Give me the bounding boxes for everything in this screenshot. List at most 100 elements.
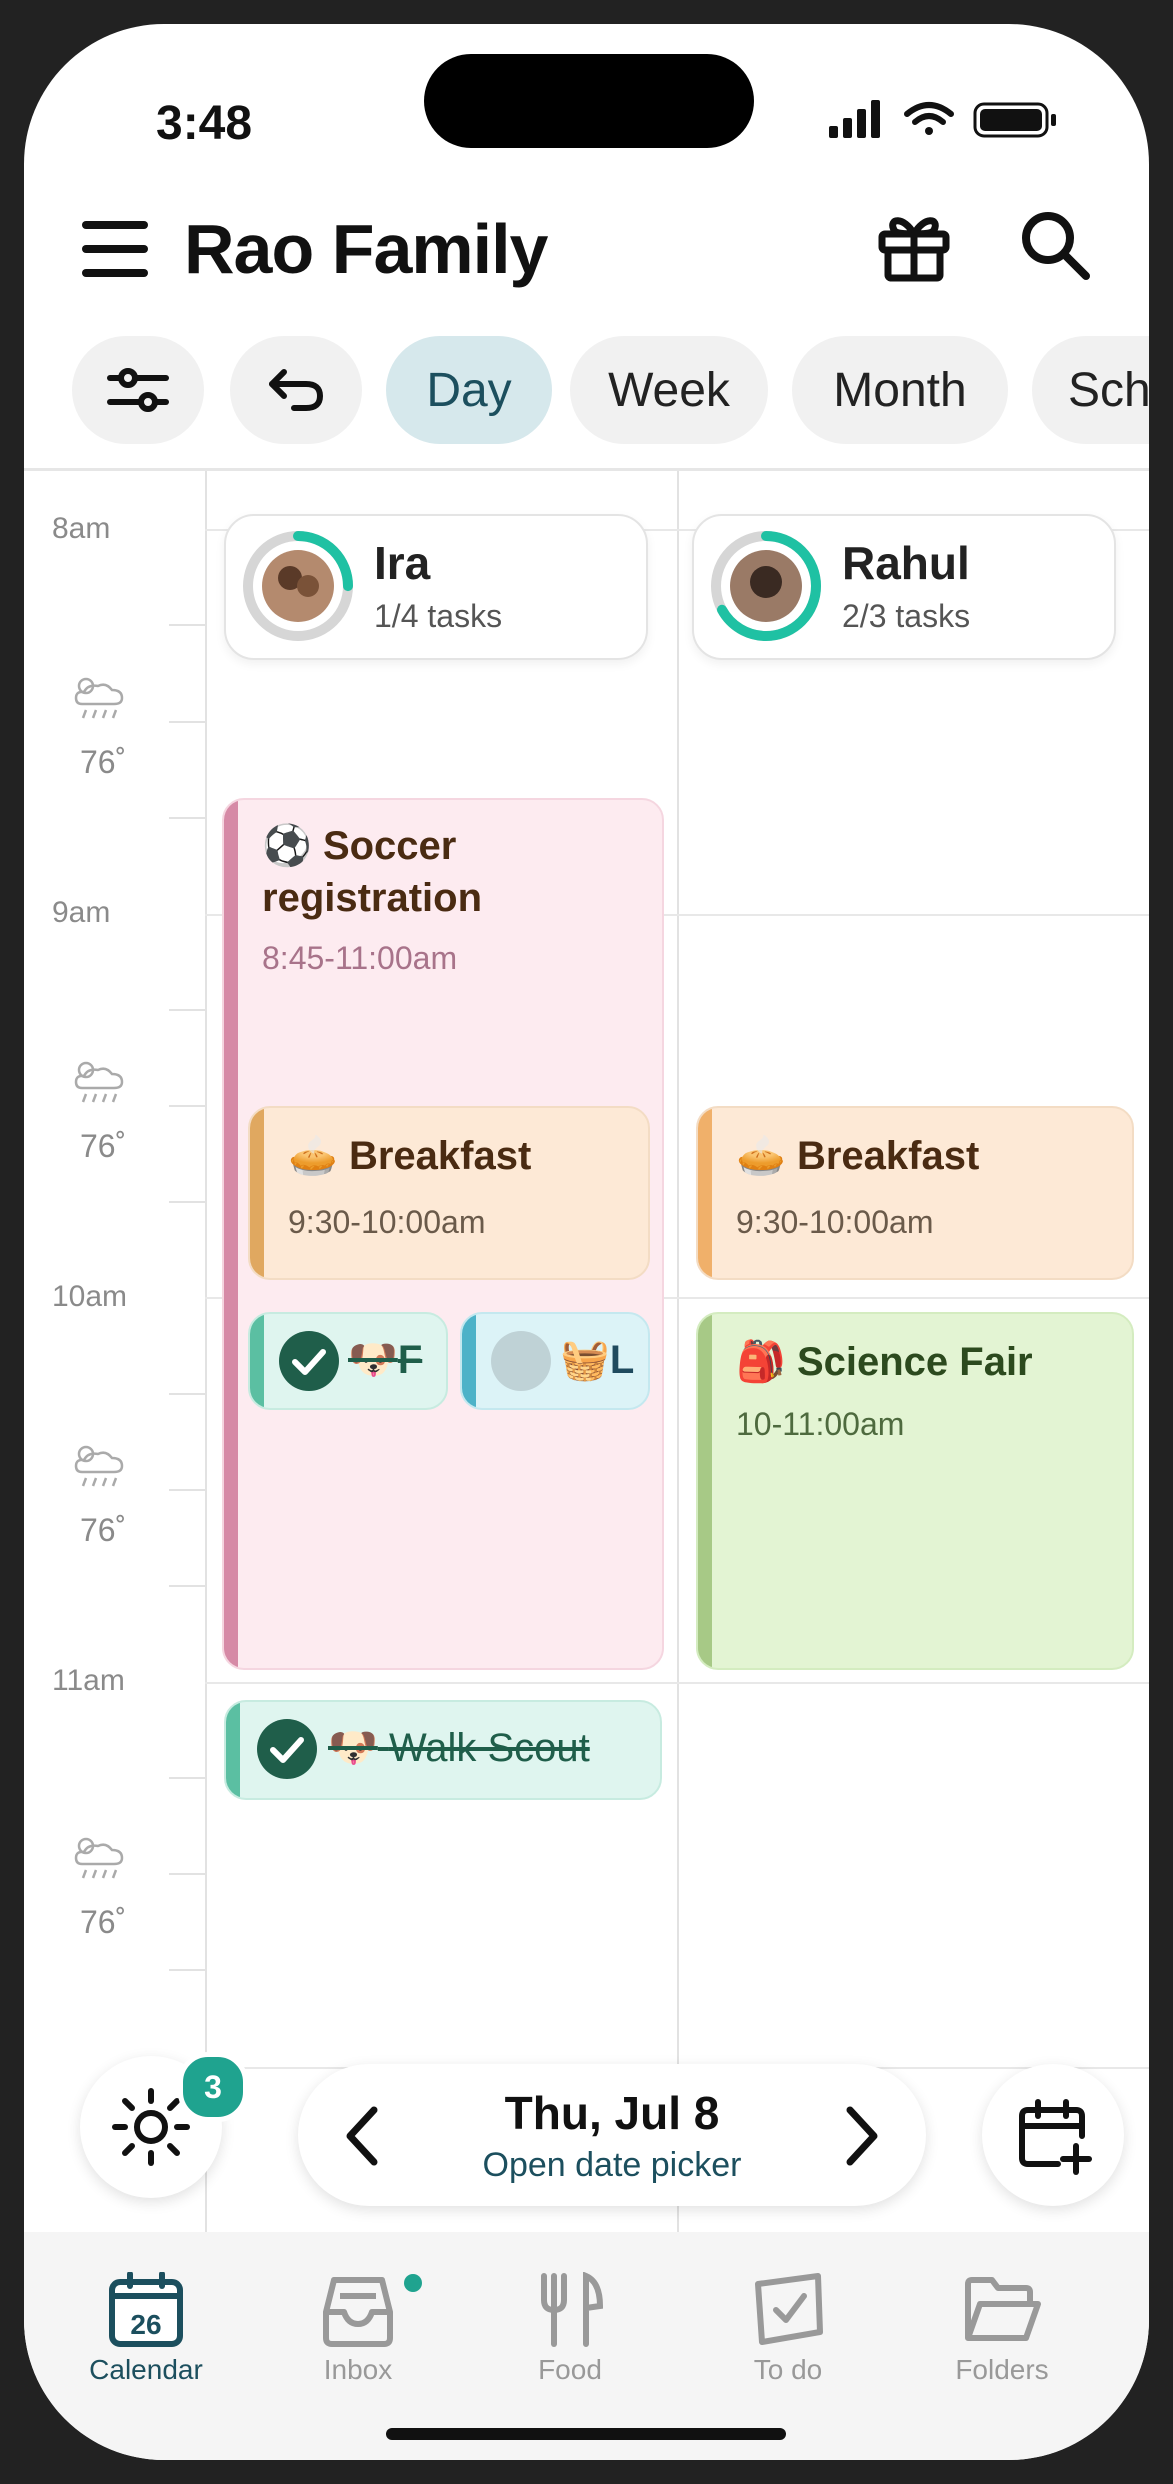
tick — [169, 817, 205, 819]
tab-schedule[interactable]: Sch — [1032, 336, 1149, 444]
event-breakfast-rahul[interactable]: 🥧 Breakfast 9:30-10:00am — [696, 1106, 1134, 1280]
pie-icon: 🥧 — [288, 1133, 338, 1179]
event-time: 8:45-11:00am — [262, 940, 458, 976]
folder-icon — [965, 2277, 1041, 2341]
hour-label: 11am — [52, 1664, 125, 1697]
event-science-fair[interactable]: 🎒 Science Fair 10-11:00am — [696, 1312, 1134, 1670]
task-walk-scout[interactable]: 🐶 Walk Scout — [224, 1700, 662, 1800]
temperature: 76˚ — [80, 1904, 127, 1940]
tick — [169, 1393, 205, 1395]
task-color-bar — [462, 1314, 476, 1408]
event-time: 9:30-10:00am — [288, 1204, 486, 1240]
task-title: L — [609, 1338, 635, 1382]
hour-label: 10am — [52, 1280, 128, 1313]
event-breakfast-ira[interactable]: 🥧 Breakfast 9:30-10:00am — [248, 1106, 650, 1280]
home-indicator — [386, 2428, 786, 2440]
calendar-plus-icon — [1019, 2099, 1092, 2175]
tick — [169, 1873, 205, 1875]
chevron-right-icon[interactable] — [840, 2104, 884, 2168]
task-chip-laundry[interactable]: 🧺L — [460, 1312, 650, 1410]
menu-icon[interactable] — [80, 219, 150, 279]
tick — [169, 1009, 205, 1011]
basket-icon: 🧺 — [560, 1337, 610, 1383]
person-task-count: 1/4 tasks — [374, 598, 503, 634]
dog-icon: 🐶 — [328, 1725, 378, 1771]
return-icon — [269, 369, 323, 411]
check-circle-icon[interactable] — [278, 1330, 340, 1392]
tick — [169, 624, 205, 626]
task-color-bar — [226, 1702, 240, 1798]
dog-icon: 🐶 — [348, 1337, 398, 1383]
event-title: Science Fair — [796, 1340, 1033, 1384]
tab-label: Inbox — [323, 2354, 393, 2385]
task-chip-feed[interactable]: 🐶F — [248, 1312, 448, 1410]
open-date-picker-link[interactable]: Open date picker — [298, 2146, 926, 2185]
tab-food[interactable]: Food — [480, 2272, 660, 2386]
gift-icon[interactable] — [874, 204, 954, 284]
page-title: Rao Family — [184, 210, 548, 288]
temperature: 76˚ — [80, 1512, 127, 1548]
check-circle-icon[interactable] — [256, 1718, 318, 1780]
filter-settings-button[interactable] — [72, 336, 204, 444]
tab-folders[interactable]: Folders — [912, 2272, 1092, 2386]
status-icons — [829, 100, 1069, 140]
checklist-icon — [755, 2273, 823, 2345]
time-column-divider — [205, 471, 207, 2271]
event-title: Breakfast — [348, 1134, 532, 1178]
backpack-icon: 🎒 — [736, 1339, 786, 1385]
tick — [169, 721, 205, 723]
wifi-icon — [904, 102, 954, 135]
sliders-icon — [107, 368, 169, 412]
person-name: Ira — [374, 537, 431, 589]
tab-month[interactable]: Month — [792, 336, 1008, 444]
search-icon[interactable] — [1014, 204, 1094, 284]
person-card-ira[interactable]: Ira 1/4 tasks — [224, 514, 648, 660]
dynamic-island — [424, 54, 754, 148]
event-color-bar — [250, 1108, 264, 1278]
pie-icon: 🥧 — [736, 1133, 786, 1179]
current-date: Thu, Jul 8 — [504, 2087, 720, 2139]
tick — [169, 1489, 205, 1491]
tab-inbox[interactable]: Inbox — [268, 2272, 448, 2386]
tab-todo[interactable]: To do — [698, 2272, 878, 2386]
return-button[interactable] — [230, 336, 362, 444]
temperature: 76˚ — [80, 1128, 127, 1164]
tab-label: Calendar — [89, 2354, 203, 2385]
battery-icon — [973, 102, 1056, 138]
tab-day[interactable]: Day — [386, 336, 552, 444]
screen: 3:48 Rao Family Day Week Month Sch 8am 9… — [24, 24, 1149, 2460]
task-title: Walk Scout — [388, 1726, 590, 1770]
header-divider — [24, 468, 1149, 471]
person-name: Rahul — [842, 537, 970, 589]
tab-label: Folders — [955, 2354, 1049, 2385]
hour-label: 9am — [52, 896, 111, 929]
tab-week[interactable]: Week — [570, 336, 768, 444]
tab-calendar[interactable]: 26 Calendar — [56, 2272, 236, 2386]
calendar-day-number: 26 — [130, 2309, 161, 2340]
progress-ring — [711, 531, 821, 641]
device-frame: 3:48 Rao Family Day Week Month Sch 8am 9… — [0, 0, 1173, 2484]
event-title: Breakfast — [796, 1134, 980, 1178]
person-card-rahul[interactable]: Rahul 2/3 tasks — [692, 514, 1116, 660]
event-color-bar — [698, 1314, 712, 1668]
tick — [169, 1969, 205, 1971]
task-title: F — [397, 1338, 423, 1382]
temperature: 76˚ — [80, 744, 127, 780]
calendar-icon: 26 — [109, 2272, 183, 2347]
tick — [169, 1105, 205, 1107]
empty-circle-icon[interactable] — [490, 1330, 552, 1392]
tab-label: To do — [753, 2354, 823, 2385]
unread-dot-icon — [404, 2274, 422, 2292]
date-navigator: Thu, Jul 8 Open date picker — [298, 2064, 926, 2206]
signal-icon — [829, 100, 880, 138]
status-time: 3:48 — [156, 97, 253, 150]
progress-ring — [243, 531, 353, 641]
person-column-divider — [677, 471, 679, 2271]
notification-badge: 3 — [178, 2052, 248, 2122]
event-color-bar — [698, 1108, 712, 1278]
tick — [169, 1777, 205, 1779]
fork-knife-icon — [541, 2272, 604, 2347]
tick — [169, 1585, 205, 1587]
hour-label: 8am — [52, 512, 111, 545]
add-event-button[interactable] — [982, 2064, 1124, 2206]
